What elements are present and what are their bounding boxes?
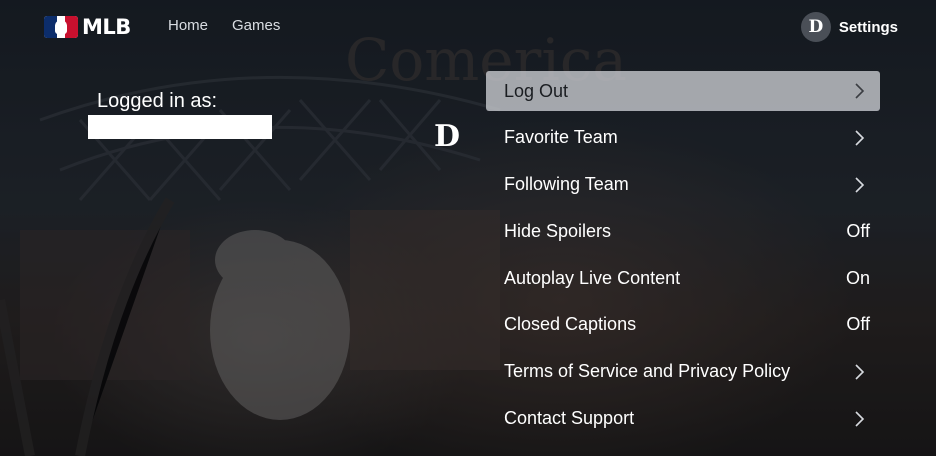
menu-item-value: Off <box>846 314 870 335</box>
menu-item-hide-spoilers[interactable]: Hide Spoilers Off <box>486 211 880 251</box>
logged-in-label: Logged in as: <box>97 90 218 112</box>
menu-item-label: Terms of Service and Privacy Policy <box>504 361 791 382</box>
settings-nav[interactable]: D Settings <box>800 11 898 43</box>
menu-item-label: Closed Captions <box>504 314 637 335</box>
menu-item-label: Hide Spoilers <box>504 220 612 241</box>
nav-games[interactable]: Games <box>232 17 280 34</box>
chevron-right-icon <box>850 410 868 428</box>
chevron-right-icon <box>850 82 868 100</box>
settings-label: Settings <box>838 18 898 36</box>
top-navigation-bar: MLB Home Games D Settings <box>0 0 936 54</box>
mlb-logo[interactable]: MLB <box>44 15 131 39</box>
nav-home[interactable]: Home <box>168 17 208 34</box>
mlb-logo-icon <box>44 16 78 38</box>
settings-menu: Log Out Favorite Team Following Team Hide S… <box>486 71 880 445</box>
menu-item-terms-of-service[interactable]: Terms of Service and Privacy Policy <box>486 352 880 392</box>
menu-item-value: On <box>845 267 870 288</box>
menu-item-label: Contact Support <box>504 408 635 429</box>
menu-item-label: Autoplay Live Content <box>504 267 681 288</box>
chevron-right-icon <box>850 129 868 147</box>
tigers-d-logo-icon: D <box>800 12 831 42</box>
chevron-right-icon <box>850 363 868 381</box>
menu-item-label: Favorite Team <box>504 127 618 148</box>
menu-item-closed-captions[interactable]: Closed Captions Off <box>486 305 880 345</box>
menu-item-label: Following Team <box>504 174 629 195</box>
menu-item-favorite-team[interactable]: Favorite Team <box>486 118 880 158</box>
menu-item-following-team[interactable]: Following Team <box>486 165 880 205</box>
menu-item-value: Off <box>846 220 870 241</box>
tigers-d-logo-icon: D <box>434 119 461 154</box>
menu-item-contact-support[interactable]: Contact Support <box>486 399 880 439</box>
menu-item-autoplay-live-content[interactable]: Autoplay Live Content On <box>486 258 880 298</box>
mlb-logo-text: MLB <box>82 15 131 39</box>
menu-item-label: Log Out <box>504 80 569 101</box>
menu-item-log-out[interactable]: Log Out <box>486 71 880 111</box>
chevron-right-icon <box>850 176 868 194</box>
username-field <box>88 115 272 139</box>
